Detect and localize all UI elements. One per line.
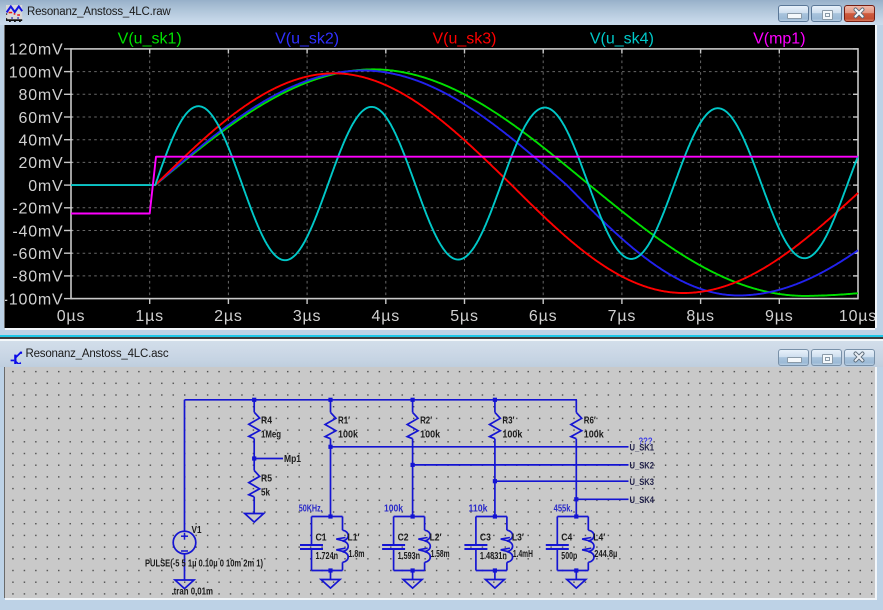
svg-text:L4′: L4′ — [593, 533, 606, 544]
svg-text:1.724n: 1.724n — [316, 551, 339, 562]
svg-text:1.8m: 1.8m — [349, 549, 365, 560]
svg-text:V(u_sk2): V(u_sk2) — [275, 30, 339, 47]
svg-text:-40mV: -40mV — [12, 223, 63, 240]
svg-text:V(u_sk4): V(u_sk4) — [590, 30, 654, 47]
svg-text:10µs: 10µs — [839, 308, 875, 325]
svg-text:U_SK2: U_SK2 — [630, 461, 655, 472]
svg-text:100k: 100k — [502, 430, 522, 441]
svg-text:C1: C1 — [316, 533, 327, 544]
svg-text:L2′: L2′ — [430, 533, 443, 544]
svg-text:0mV: 0mV — [28, 178, 63, 195]
svg-text:???: ??? — [639, 436, 653, 447]
svg-text:U_SK4: U_SK4 — [630, 495, 655, 506]
svg-text:V(u_sk1): V(u_sk1) — [118, 30, 182, 47]
svg-text:40mV: 40mV — [19, 133, 64, 150]
svg-text:500p: 500p — [561, 551, 577, 562]
svg-text:C4: C4 — [561, 533, 572, 544]
svg-text:100k: 100k — [584, 430, 604, 441]
svg-text:R3′: R3′ — [502, 416, 514, 427]
svg-text:-80mV: -80mV — [12, 269, 63, 286]
svg-text:60mV: 60mV — [19, 110, 64, 127]
svg-text:244.8µ: 244.8µ — [594, 549, 617, 560]
svg-text:5µs: 5µs — [450, 308, 479, 325]
svg-text:R5: R5 — [261, 474, 272, 485]
svg-text:R2′: R2′ — [420, 416, 432, 427]
svg-text:80mV: 80mV — [19, 87, 64, 104]
svg-text:PULSE(-5 5 1µ 0.10µ 0 10m 2m 1: PULSE(-5 5 1µ 0.10µ 0 10m 2m 1) — [145, 559, 263, 570]
svg-text:100mV: 100mV — [9, 64, 64, 81]
svg-text:L3′: L3′ — [512, 533, 525, 544]
svg-text:50KHz.: 50KHz. — [299, 504, 323, 515]
svg-text:.tran 0,01m: .tran 0,01m — [172, 587, 214, 598]
svg-text:-60mV: -60mV — [12, 246, 63, 263]
svg-text:120mV: 120mV — [9, 42, 64, 59]
svg-text:1µs: 1µs — [135, 308, 164, 325]
svg-text:R1′: R1′ — [338, 416, 350, 427]
svg-text:9µs: 9µs — [765, 308, 794, 325]
svg-text:2µs: 2µs — [214, 308, 243, 325]
svg-text:V(u_sk3): V(u_sk3) — [432, 30, 496, 47]
svg-text:R4: R4 — [261, 416, 272, 427]
svg-text:455k.: 455k. — [554, 504, 573, 515]
svg-text:-20mV: -20mV — [12, 201, 63, 218]
svg-text:1.4mH: 1.4mH — [513, 549, 533, 560]
svg-text:0µs: 0µs — [57, 308, 86, 325]
svg-text:1.58m: 1.58m — [431, 549, 450, 560]
svg-text:110k: 110k — [469, 504, 488, 515]
svg-text:100k: 100k — [338, 430, 358, 441]
svg-text:100k: 100k — [420, 430, 440, 441]
svg-text:20mV: 20mV — [19, 155, 64, 172]
svg-text:8µs: 8µs — [686, 308, 715, 325]
svg-text:1.593n: 1.593n — [398, 551, 421, 562]
svg-text:Mp1: Mp1 — [284, 454, 301, 465]
svg-text:C2: C2 — [398, 533, 409, 544]
svg-text:C3: C3 — [480, 533, 491, 544]
svg-text:R6′: R6′ — [584, 416, 596, 427]
svg-text:6µs: 6µs — [529, 308, 558, 325]
svg-text:V(mp1): V(mp1) — [753, 30, 805, 47]
svg-text:-100mV: -100mV — [5, 291, 64, 308]
svg-text:L1′: L1′ — [348, 533, 361, 544]
svg-text:7µs: 7µs — [608, 308, 637, 325]
svg-text:3µs: 3µs — [293, 308, 322, 325]
svg-text:1Meg: 1Meg — [261, 430, 281, 441]
svg-text:1.4831n: 1.4831n — [480, 551, 507, 562]
svg-text:U_SK3: U_SK3 — [630, 477, 655, 488]
svg-text:4µs: 4µs — [372, 308, 401, 325]
svg-text:V1: V1 — [192, 525, 202, 536]
svg-text:5k: 5k — [261, 488, 270, 499]
svg-text:100k: 100k — [384, 504, 403, 515]
